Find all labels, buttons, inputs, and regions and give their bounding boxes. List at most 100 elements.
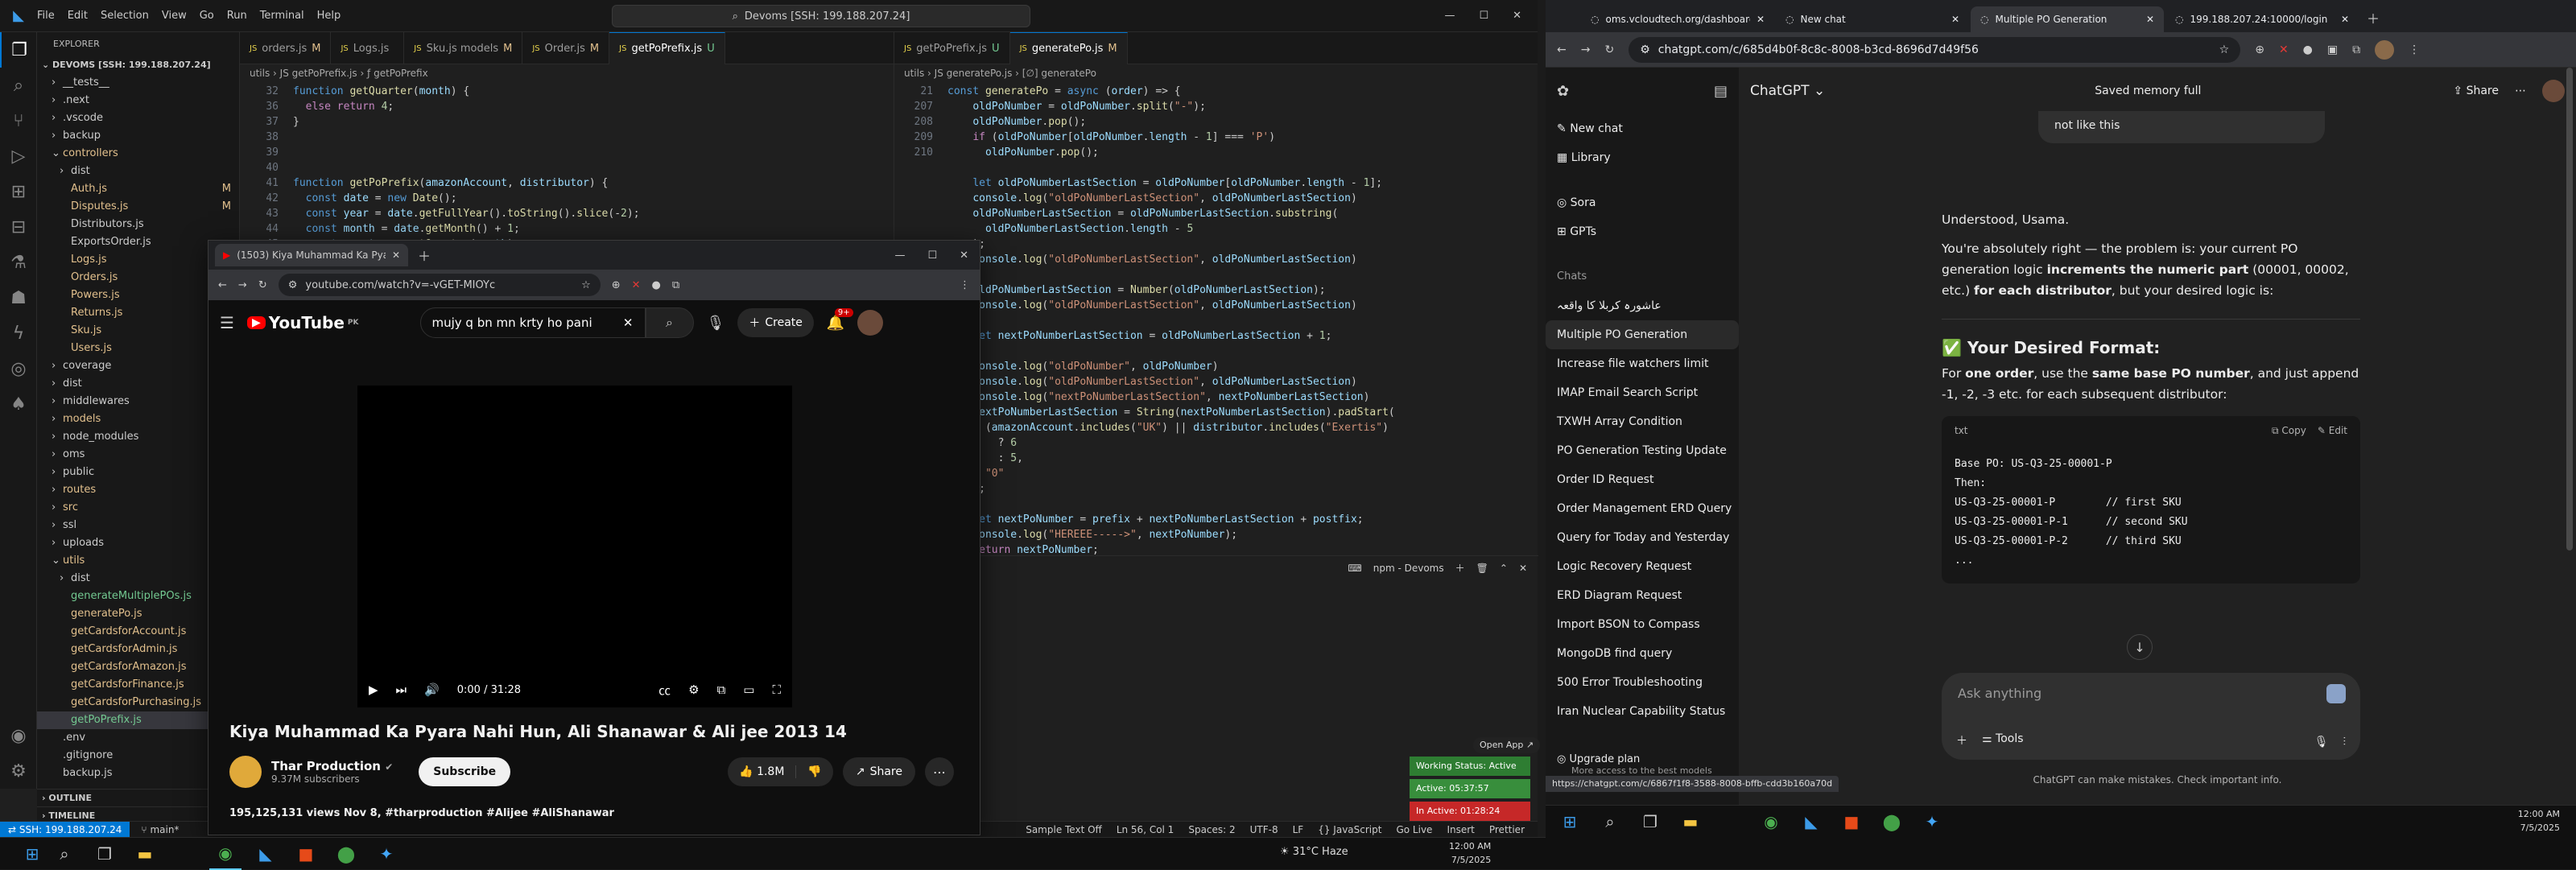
- edit-button[interactable]: ✎ Edit: [2318, 420, 2347, 441]
- share-button[interactable]: ↗ Share: [842, 757, 915, 786]
- code-editor-right[interactable]: 21 const generatePo = async (order) => {2…: [894, 82, 1538, 558]
- breadcrumb[interactable]: utils › JS getPoPrefix.js › ƒ getPoPrefi…: [240, 64, 894, 82]
- testing-icon[interactable]: ⚗: [0, 245, 37, 280]
- tree-item[interactable]: › .next: [37, 92, 239, 109]
- copy-button[interactable]: ⧉ Copy: [2272, 420, 2306, 441]
- search-icon[interactable]: ⌕: [0, 68, 37, 103]
- tree-item[interactable]: › backup: [37, 127, 239, 145]
- command-center-search[interactable]: ⌕ Devoms [SSH: 199.188.207.24]: [612, 5, 1030, 27]
- menu-item[interactable]: Terminal: [260, 10, 304, 22]
- extension-icon[interactable]: ⊕: [2255, 43, 2264, 56]
- back-icon[interactable]: ←: [1557, 43, 1567, 56]
- explorer-icon[interactable]: ❐: [0, 32, 37, 68]
- menu-item[interactable]: Help: [317, 10, 341, 22]
- chat-history-item[interactable]: MongoDB find query: [1546, 639, 1739, 668]
- chat-history-item[interactable]: IMAP Email Search Script: [1546, 378, 1739, 407]
- menu-dots-icon[interactable]: ⋮: [2409, 43, 2420, 56]
- volume-icon[interactable]: 🔊: [424, 682, 440, 697]
- add-terminal-icon[interactable]: ＋: [1455, 561, 1465, 575]
- create-button[interactable]: ＋ Create: [737, 308, 814, 337]
- browser-tab[interactable]: ◌ New chat ✕: [1776, 6, 1969, 32]
- more-options-icon[interactable]: ⋯: [2515, 85, 2526, 97]
- close-tab-icon[interactable]: ✕: [2341, 14, 2349, 25]
- dislike-icon[interactable]: 👎: [796, 765, 832, 778]
- gpts-link[interactable]: ⊞ GPTs: [1546, 217, 1739, 246]
- app-icon[interactable]: ✦: [1916, 806, 1948, 838]
- next-icon[interactable]: ⏭: [396, 682, 407, 697]
- omnibox[interactable]: ⚙ chatgpt.com/c/685d4b0f-8c8c-8008-b3cd-…: [1629, 36, 2241, 63]
- profile-avatar[interactable]: [2375, 39, 2395, 60]
- miniplayer-icon[interactable]: ⧉: [717, 682, 726, 697]
- close-tab-icon[interactable]: ✕: [1951, 14, 1959, 25]
- yt-search-input[interactable]: mujy q bn mn krty ho pani ✕: [419, 307, 646, 338]
- subscribe-button[interactable]: Subscribe: [419, 757, 511, 786]
- microphone-icon[interactable]: 🎙: [707, 315, 725, 332]
- editor-tab[interactable]: JS Sku.js models M: [404, 32, 523, 64]
- chat-history-item[interactable]: 500 Error Troubleshooting: [1546, 668, 1739, 697]
- yt-search-button[interactable]: ⌕: [645, 307, 694, 338]
- maximize-icon[interactable]: ☐: [1479, 10, 1488, 22]
- chat-history-item[interactable]: Increase file watchers limit: [1546, 349, 1739, 378]
- sidebar-toggle-icon[interactable]: ▤: [1714, 83, 1728, 100]
- search-icon[interactable]: ⌕: [1594, 806, 1626, 838]
- language-mode[interactable]: {} JavaScript: [1318, 824, 1381, 835]
- reload-icon[interactable]: ↻: [1604, 43, 1614, 56]
- tree-item[interactable]: Auth.js M: [37, 180, 239, 198]
- editor-tab[interactable]: JS getPoPrefix.js U: [609, 32, 725, 64]
- editor-tab[interactable]: JS getPoPrefix.js U: [894, 32, 1010, 64]
- menu-item[interactable]: View: [162, 10, 187, 22]
- minimize-icon[interactable]: —: [1444, 10, 1455, 22]
- app-icon[interactable]: ⬤: [1876, 806, 1908, 838]
- thunder-client-icon[interactable]: ϟ: [0, 315, 37, 351]
- chat-history-item[interactable]: Order Management ERD Query: [1546, 494, 1739, 523]
- menu-item[interactable]: Go: [200, 10, 214, 22]
- task-view-icon[interactable]: ❐: [1634, 806, 1666, 838]
- menu-item[interactable]: Selection: [101, 10, 149, 22]
- theater-mode-icon[interactable]: ▭: [743, 682, 754, 697]
- new-tab-icon[interactable]: ＋: [2367, 8, 2380, 27]
- share-button[interactable]: ⇪ Share: [2453, 85, 2499, 97]
- chevron-up-icon[interactable]: ⌃: [1500, 563, 1508, 574]
- remote-indicator[interactable]: ⇄ SSH: 199.188.207.24: [0, 821, 130, 838]
- chat-history-item[interactable]: Multiple PO Generation: [1546, 320, 1739, 349]
- new-chat-button[interactable]: ✎ New chat: [1546, 114, 1739, 143]
- sora-link[interactable]: ◎ Sora: [1546, 188, 1739, 217]
- file-explorer-icon[interactable]: ▬: [1674, 806, 1707, 838]
- extensions-puzzle-icon[interactable]: ⧉: [2352, 43, 2360, 56]
- yt-browser-tab[interactable]: ▶ (1503) Kiya Muhammad Ka Pyar... ✕: [215, 244, 408, 266]
- ask-input[interactable]: Ask anything: [1958, 686, 2041, 701]
- cursor-position[interactable]: Ln 56, Col 1: [1117, 824, 1174, 835]
- clock[interactable]: 12:00 AM 7/5/2025: [1449, 839, 1491, 867]
- weather-widget[interactable]: ☀ 31°C Haze: [1280, 846, 1348, 858]
- browser-tab[interactable]: ◌ Multiple PO Generation ✕: [1971, 6, 2164, 32]
- remote-explorer-icon[interactable]: ⊟: [0, 209, 37, 245]
- browser-tab[interactable]: ◌ oms.vcloudtech.org/dashboard ✕: [1581, 6, 1774, 32]
- mongodb-icon[interactable]: ♠: [0, 386, 37, 422]
- windows-start-icon[interactable]: ⊞: [16, 838, 48, 870]
- fullscreen-icon[interactable]: ⛶: [772, 682, 781, 697]
- app-icon[interactable]: ■: [1835, 806, 1868, 838]
- open-app-button[interactable]: Open App ↗: [1473, 737, 1541, 753]
- menu-dots-icon[interactable]: ⋮: [960, 279, 970, 291]
- extensions-puzzle-icon[interactable]: ⧉: [672, 279, 679, 291]
- go-live[interactable]: Go Live: [1396, 824, 1432, 835]
- new-tab-icon[interactable]: ＋: [418, 245, 431, 265]
- run-debug-icon[interactable]: ▷: [0, 138, 37, 174]
- menu-item[interactable]: Edit: [68, 10, 88, 22]
- chat-history-item[interactable]: Query for Today and Yesterday: [1546, 523, 1739, 552]
- forward-icon[interactable]: →: [238, 279, 247, 291]
- bookmark-star-icon[interactable]: ☆: [581, 279, 591, 291]
- extension-icon[interactable]: ⊕: [612, 279, 621, 291]
- forward-icon[interactable]: →: [1581, 43, 1591, 56]
- windows-start-icon[interactable]: ⊞: [1554, 806, 1586, 838]
- avatar[interactable]: [857, 310, 884, 336]
- extension-icon[interactable]: ▣: [2327, 43, 2338, 56]
- back-icon[interactable]: ←: [218, 279, 227, 291]
- editor-tab[interactable]: JS orders.js M: [240, 32, 332, 64]
- maximize-icon[interactable]: ☐: [927, 249, 937, 262]
- tree-item[interactable]: › __tests__: [37, 74, 239, 92]
- tree-item[interactable]: › .vscode: [37, 109, 239, 127]
- end-of-line[interactable]: LF: [1293, 824, 1304, 835]
- openai-logo-icon[interactable]: ✿: [1557, 83, 1569, 100]
- composer-extension-icon[interactable]: [2326, 684, 2346, 703]
